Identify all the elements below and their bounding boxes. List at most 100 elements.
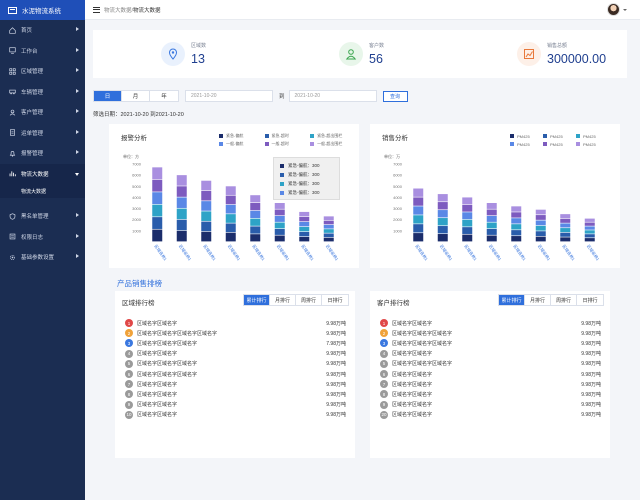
tab-cumulative[interactable]: 累计排行 (244, 295, 270, 305)
rank-value: 9.98万吨 (326, 412, 346, 419)
list-item: 6 区域名字区域名字 9.98万吨 (380, 369, 601, 379)
list-item: 7 区域名字区域名字 9.98万吨 (380, 379, 601, 389)
stat-label: 区域数 (191, 43, 207, 49)
bar-segment (437, 218, 448, 226)
rank-number: 4 (125, 349, 133, 358)
sidebar-item-log[interactable]: 权限日志 (0, 227, 85, 248)
y-tick-label: 6000 (393, 173, 403, 178)
bar-segment (225, 223, 236, 233)
rank-number: 4 (380, 349, 388, 358)
caret-down-icon[interactable] (623, 9, 627, 11)
bar-segment (535, 231, 546, 237)
bar-segment (274, 203, 285, 209)
tab-week[interactable]: 周排行 (296, 295, 322, 305)
sidebar-item-home[interactable]: 首页 (0, 20, 85, 41)
bar-segment (413, 197, 424, 206)
y-tick-label: 1000 (393, 228, 403, 233)
chevron-right-icon (76, 27, 79, 31)
search-button[interactable]: 查询 (382, 90, 408, 102)
tab-day[interactable]: 日排行 (577, 295, 603, 305)
menu-fold-icon[interactable] (93, 6, 100, 13)
list-item: 1 区域名字区域名字 9.98万吨 (125, 318, 346, 328)
tooltip-value: 300 (312, 163, 320, 168)
tab-week[interactable]: 周排行 (551, 295, 577, 305)
tab-cumulative[interactable]: 累计排行 (499, 295, 525, 305)
gear-icon (8, 253, 16, 261)
tab-month[interactable]: 月排行 (525, 295, 551, 305)
rank-name: 区域名字区域名字 (392, 351, 433, 358)
x-tick-label: 区域名称1 (463, 243, 479, 262)
bar-segment (152, 179, 163, 192)
sidebar-item-vehicle[interactable]: 车辆管理 (0, 82, 85, 103)
rank-number: 5 (380, 359, 388, 368)
submenu-item-bigdata[interactable]: 物流大数据 (0, 184, 85, 198)
rank-number: 2 (125, 329, 133, 338)
sidebar-item-bigdata[interactable]: 物流大数据 (0, 163, 85, 184)
end-date-input[interactable]: 2021-10-20 (288, 90, 377, 102)
chevron-right-icon (76, 213, 79, 217)
rank-name: 区域名字区域名字 (392, 320, 433, 327)
rank-number: 1 (125, 319, 133, 328)
breadcrumb-parent[interactable]: 物流大数据 (104, 8, 132, 14)
customer-rank-tabs: 累计排行 月排行 周排行 日排行 (498, 294, 604, 306)
tab-day[interactable]: 日排行 (322, 295, 348, 305)
tooltip-swatch (280, 190, 284, 195)
sidebar-item-region[interactable]: 区域管理 (0, 61, 85, 82)
bar-segment (437, 194, 448, 202)
rank-value: 9.98万吨 (581, 371, 601, 378)
rank-number: 3 (380, 339, 388, 348)
bar-segment (511, 212, 522, 218)
sidebar-item-label: 基础参数设置 (21, 255, 55, 262)
sidebar-item-blacklist[interactable]: 黑名单管理 (0, 206, 85, 227)
list-item: 6 区域名字区域名字区域名字 9.98万吨 (125, 369, 346, 379)
stats-card: 区域数 13 客户数 56 销售总额 300000.00 (93, 30, 627, 78)
date-filter: 日 月 年 2021-10-20 到 2021-10-20 查询 (93, 89, 408, 103)
chart-icon (8, 170, 16, 178)
rank-name: 区域名字区域名字区域名字 (392, 340, 453, 347)
brand[interactable]: 水泥物流系统 (0, 0, 85, 20)
bar-segment (511, 218, 522, 224)
sidebar-item-customer[interactable]: 客户管理 (0, 102, 85, 123)
tab-month[interactable]: 月排行 (270, 295, 296, 305)
submenu-item-label: 物流大数据 (21, 188, 47, 195)
bar-segment (225, 204, 236, 214)
x-tick-label: 区域名称1 (178, 243, 194, 262)
list-item: 7 区域名字区域名字 9.98万吨 (125, 379, 346, 389)
sidebar-item-workbench[interactable]: 工作台 (0, 41, 85, 62)
section-title: 产品销售排榜 (117, 279, 162, 288)
rank-value: 9.98万吨 (581, 361, 601, 368)
rank-name: 区域名字区域名字 (137, 320, 178, 327)
avatar[interactable] (607, 3, 620, 16)
sidebar-item-label: 权限日志 (21, 234, 44, 241)
y-tick-label: 5000 (393, 184, 403, 189)
rank-value: 9.98万吨 (581, 412, 601, 419)
x-tick-label: 区域名称1 (325, 243, 341, 262)
period-year-button[interactable]: 年 (150, 91, 178, 101)
sidebar-item-label: 客户管理 (21, 110, 44, 117)
bar-segment (274, 216, 285, 222)
grid-icon (8, 67, 16, 75)
period-month-button[interactable]: 月 (122, 91, 150, 101)
bar-segment (584, 230, 595, 234)
stat-sales-total: 销售总额 300000.00 (449, 30, 627, 78)
bar-segment (323, 224, 334, 229)
sidebar-item-label: 黑名单管理 (21, 214, 49, 221)
bar-segment (413, 215, 424, 224)
start-date-input[interactable]: 2021-10-20 (185, 90, 273, 102)
chevron-right-icon (76, 233, 79, 238)
list-item: 4 区域名字区域名字 9.98万吨 (125, 349, 346, 359)
sidebar-item-settings[interactable]: 基础参数设置 (0, 247, 85, 268)
stat-value: 56 (369, 52, 383, 66)
bar-segment (250, 226, 261, 234)
customer-rank-list: 1 区域名字区域名字 9.98万吨 2 区域名字区域名字区域名字 9.98万吨 3 区域名字区… (380, 318, 601, 420)
x-tick-label: 区域名称1 (488, 243, 504, 262)
sidebar-item-waybill[interactable]: 运单管理 (0, 123, 85, 144)
period-day-button[interactable]: 日 (94, 91, 122, 101)
sidebar-item-alarm[interactable]: 报警管理 (0, 143, 85, 164)
bar-segment (152, 167, 163, 180)
rank-value: 9.98万吨 (326, 330, 346, 337)
rank-value: 9.98万吨 (326, 351, 346, 358)
rank-name: 区域名字区域名字区域名字 (392, 330, 453, 337)
region-rank-card: 区域排行榜 累计排行 月排行 周排行 日排行 1 区域名字区域名字 9.98万吨 2 区… (115, 291, 355, 458)
bar-segment (462, 234, 473, 242)
